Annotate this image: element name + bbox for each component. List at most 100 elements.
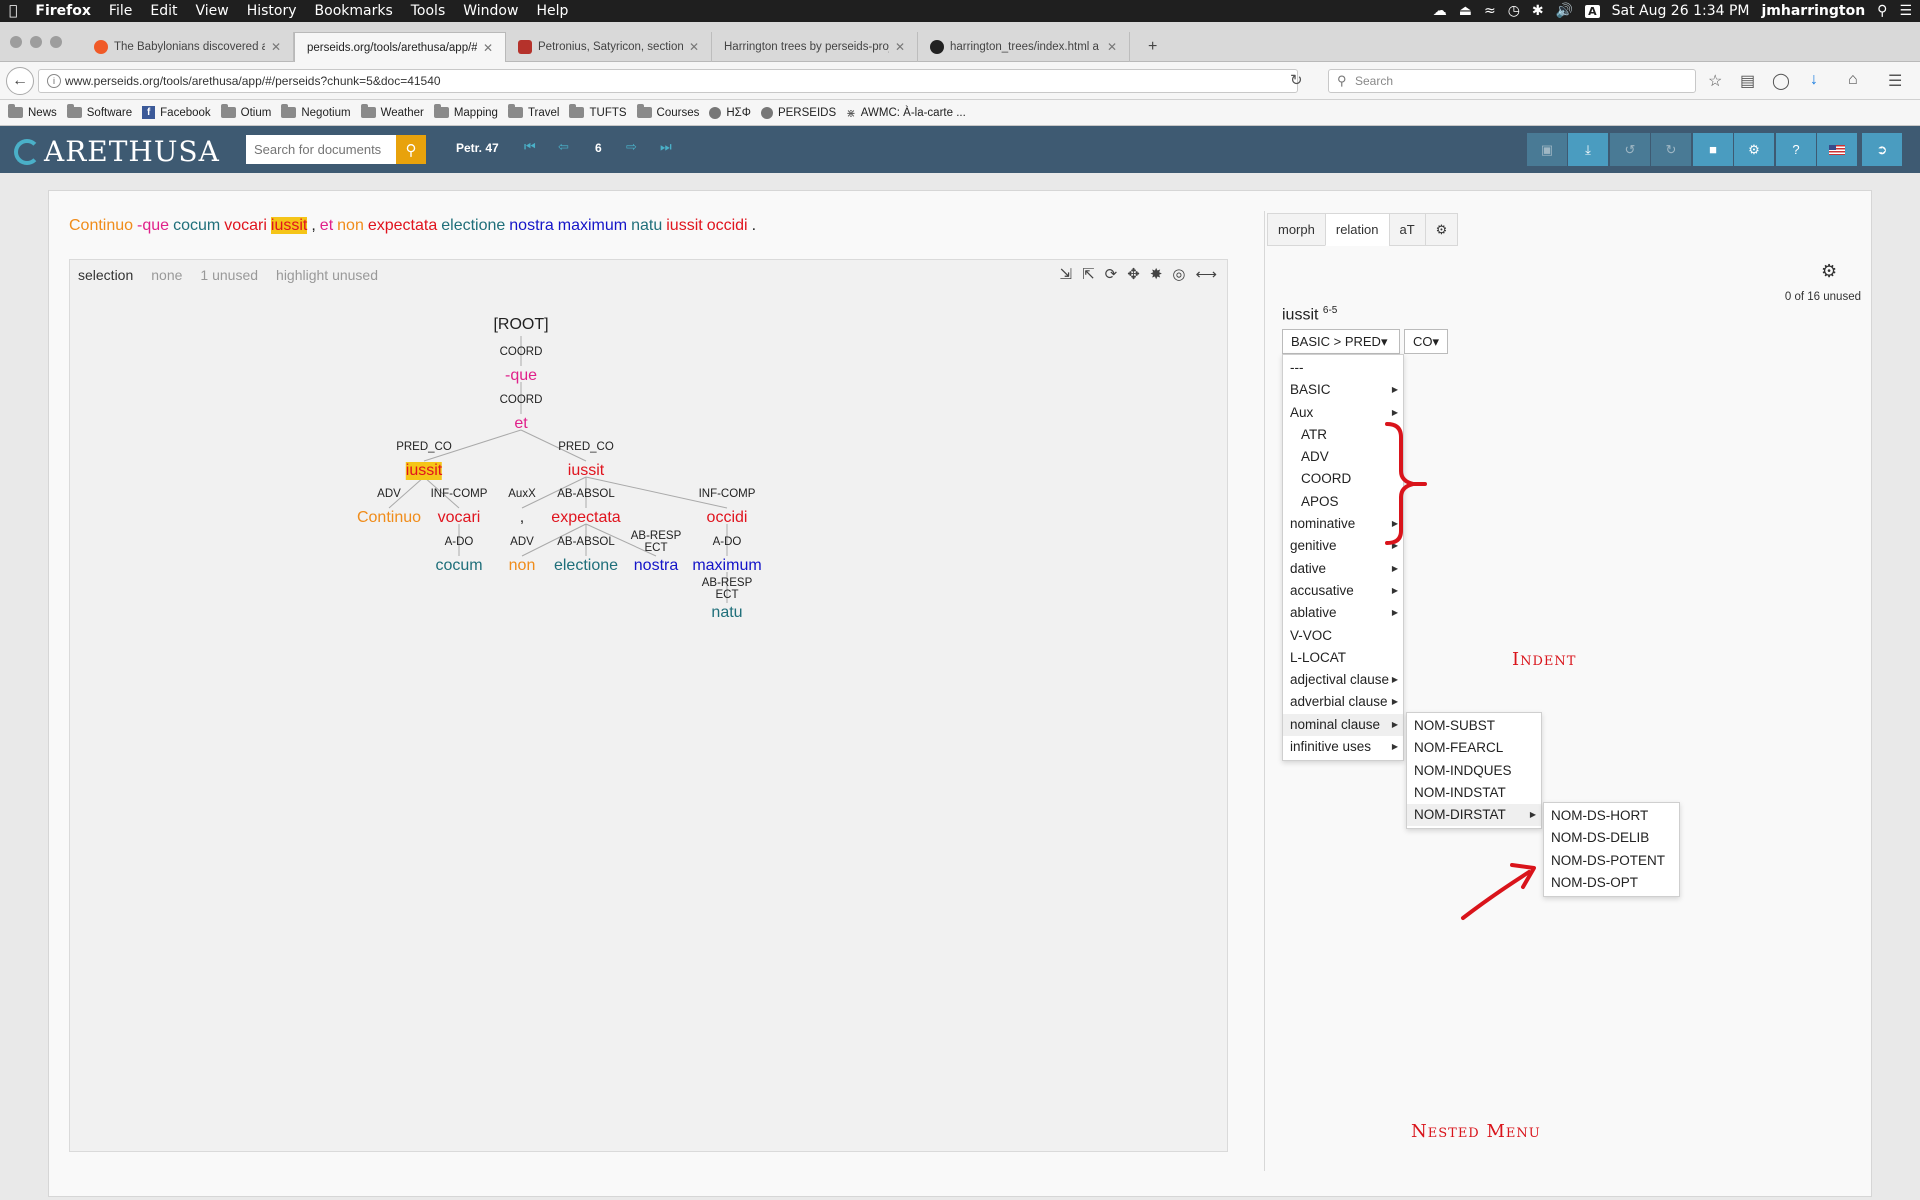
bookmark-label: News xyxy=(28,106,57,119)
tab-close-icon[interactable]: ✕ xyxy=(889,40,905,54)
bookmark-label: Courses xyxy=(656,106,700,119)
comment-icon: ■ xyxy=(1709,142,1717,157)
hamburger-menu-icon[interactable]: ☰ xyxy=(1888,71,1902,91)
language-button[interactable] xyxy=(1817,133,1857,166)
tab-close-icon[interactable]: ✕ xyxy=(477,41,493,55)
logout-icon: ➲ xyxy=(1876,141,1888,157)
bookmark-label: Software xyxy=(86,106,133,119)
tab-title: perseids.org/tools/arethusa/app/# xyxy=(307,41,477,54)
menu-file[interactable]: File xyxy=(100,3,141,19)
wifi-icon[interactable]: ≈ xyxy=(1484,3,1496,19)
user-name[interactable]: jmharrington xyxy=(1761,3,1865,19)
help-button[interactable]: ? xyxy=(1776,133,1816,166)
notification-center-icon[interactable]: ☰ xyxy=(1899,3,1912,19)
facebook-icon: f xyxy=(142,106,156,119)
bookmark-awmc[interactable]: ⋇ AWMC: À-la-carte ... xyxy=(846,106,966,120)
browser-tab[interactable]: Petronius, Satyricon, section ✕ xyxy=(506,32,712,62)
tab-title: The Babylonians discovered a xyxy=(114,41,265,53)
url-bar[interactable]: i www.perseids.org/tools/arethusa/app/#/… xyxy=(38,69,1298,93)
globe-icon xyxy=(760,106,773,119)
bookmark-negotium[interactable]: Negotium xyxy=(281,104,351,119)
bookmark-label: TUFTS xyxy=(589,106,627,119)
browser-tab[interactable]: Harrington trees by perseids-proje ✕ xyxy=(712,32,918,62)
bookmarks-bar: News Software f Facebook Otium Negotium W… xyxy=(0,100,1920,126)
spotlight-icon[interactable]: ⚲ xyxy=(1877,3,1887,19)
perseus-favicon-icon xyxy=(518,40,532,54)
tab-title: Harrington trees by perseids-proje xyxy=(724,41,889,53)
bookmark-perseids[interactable]: PERSEIDS xyxy=(760,106,836,119)
bookmark-facebook[interactable]: f Facebook xyxy=(142,106,211,119)
reader-list-icon[interactable]: ▤ xyxy=(1740,71,1755,91)
bookmark-mapping[interactable]: Mapping xyxy=(433,104,498,119)
settings-button[interactable]: ⚙ xyxy=(1734,133,1774,166)
downloads-icon[interactable]: ↓ xyxy=(1810,71,1818,89)
menu-bookmarks[interactable]: Bookmarks xyxy=(306,3,402,19)
window-zoom-button[interactable] xyxy=(50,36,62,48)
os-menubar:  Firefox File Edit View History Bookmar… xyxy=(0,0,1920,22)
url-text: www.perseids.org/tools/arethusa/app/#/pe… xyxy=(65,74,441,88)
bookmark-star-icon[interactable]: ☆ xyxy=(1708,71,1722,91)
input-source-icon[interactable]: A xyxy=(1585,4,1600,18)
bookmark-label: Negotium xyxy=(301,106,351,119)
back-button[interactable]: ← xyxy=(6,67,34,95)
menu-app-name[interactable]: Firefox xyxy=(26,3,100,19)
browser-tab-active[interactable]: perseids.org/tools/arethusa/app/# ✕ xyxy=(294,32,506,62)
bookmark-weather[interactable]: Weather xyxy=(360,104,424,119)
previous-chunk-icon[interactable]: ⇦ xyxy=(558,139,569,155)
awmc-icon: ⋇ xyxy=(846,107,856,120)
logout-button[interactable]: ➲ xyxy=(1862,133,1902,166)
last-chunk-icon[interactable]: ⏭ xyxy=(660,139,672,155)
document-search-input[interactable] xyxy=(246,135,396,164)
tab-close-icon[interactable]: ✕ xyxy=(1101,40,1117,54)
menu-view[interactable]: View xyxy=(186,3,237,19)
save-button[interactable]: ▣ xyxy=(1527,133,1567,166)
home-icon[interactable]: ⌂ xyxy=(1848,71,1858,89)
bookmark-courses[interactable]: Courses xyxy=(636,104,700,119)
browser-tab[interactable]: harrington_trees/index.html a ✕ xyxy=(918,32,1130,62)
bookmark-news[interactable]: News xyxy=(8,104,57,119)
redo-button[interactable]: ↻ xyxy=(1651,133,1691,166)
us-flag-icon xyxy=(1829,144,1845,155)
next-chunk-icon[interactable]: ⇨ xyxy=(626,139,637,155)
tab-close-icon[interactable]: ✕ xyxy=(683,40,699,54)
chunk-number: 6 xyxy=(595,141,602,155)
bookmark-otium[interactable]: Otium xyxy=(220,104,271,119)
menu-edit[interactable]: Edit xyxy=(141,3,186,19)
menu-history[interactable]: History xyxy=(238,3,306,19)
volume-icon[interactable]: 🔊 xyxy=(1556,3,1573,19)
search-placeholder: Search xyxy=(1355,74,1394,88)
eject-icon[interactable]: ⏏ xyxy=(1459,3,1472,19)
menu-help[interactable]: Help xyxy=(527,3,577,19)
browser-search-input[interactable]: ⚲ Search xyxy=(1328,69,1696,93)
datetime[interactable]: Sat Aug 26 1:34 PM xyxy=(1612,3,1750,19)
menu-window[interactable]: Window xyxy=(454,3,527,19)
arethusa-header: ARETHUSA ⚲ Petr. 47 ⏮ ⇦ 6 ⇨ ⏭ ▣ ⤓ ↺ ↻ ■ … xyxy=(0,126,1920,173)
first-chunk-icon[interactable]: ⏮ xyxy=(524,139,536,155)
folder-icon xyxy=(507,104,523,118)
bookmark-software[interactable]: Software xyxy=(66,104,133,119)
browser-tab[interactable]: The Babylonians discovered a ✕ xyxy=(82,32,294,62)
bookmark-tufts[interactable]: TUFTS xyxy=(569,104,627,119)
download-button[interactable]: ⤓ xyxy=(1568,133,1608,166)
cloud-status-icon[interactable]: ☁ xyxy=(1433,3,1447,19)
indent-brace xyxy=(1385,422,1414,545)
document-search-button[interactable]: ⚲ xyxy=(396,135,426,164)
bookmark-travel[interactable]: Travel xyxy=(507,104,559,119)
tab-close-icon[interactable]: ✕ xyxy=(265,40,281,54)
undo-icon: ↺ xyxy=(1624,141,1636,157)
reload-icon[interactable]: ↻ xyxy=(1290,71,1303,89)
comment-button[interactable]: ■ xyxy=(1693,133,1733,166)
window-minimize-button[interactable] xyxy=(30,36,42,48)
time-machine-icon[interactable]: ◷ xyxy=(1508,3,1520,19)
bluetooth-icon[interactable]: ✱ xyxy=(1532,3,1544,19)
arethusa-logo[interactable]: ARETHUSA xyxy=(14,135,220,168)
pocket-icon[interactable]: ◯ xyxy=(1772,71,1790,91)
menu-tools[interactable]: Tools xyxy=(402,3,455,19)
undo-button[interactable]: ↺ xyxy=(1610,133,1650,166)
bookmark-hsf[interactable]: ΗΣΦ xyxy=(709,106,751,119)
window-close-button[interactable] xyxy=(10,36,22,48)
new-tab-button[interactable]: + xyxy=(1136,32,1169,62)
apple-icon[interactable]:  xyxy=(0,3,26,19)
redo-icon: ↻ xyxy=(1665,141,1677,157)
site-info-icon[interactable]: i xyxy=(47,74,61,88)
